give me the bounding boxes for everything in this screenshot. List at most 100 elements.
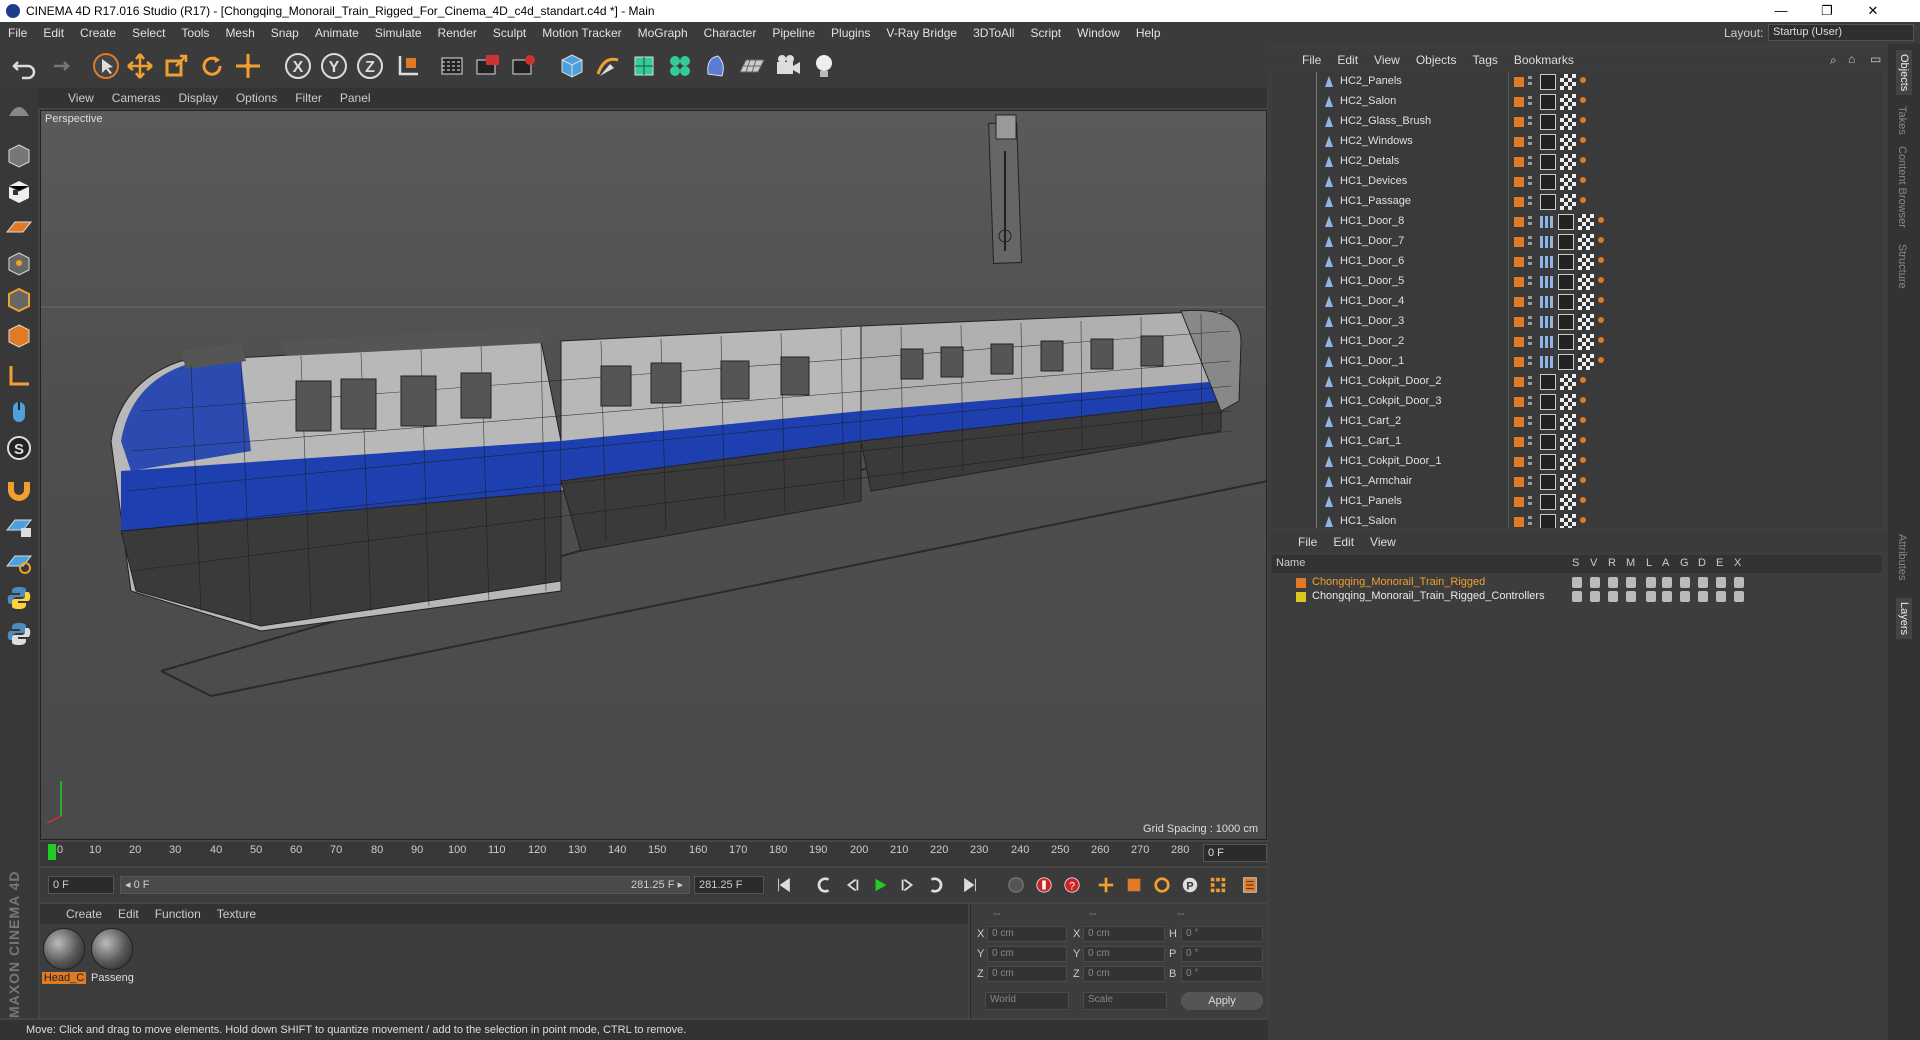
redo-icon[interactable] <box>42 50 74 82</box>
visibility-dots-icon[interactable] <box>1528 416 1532 428</box>
selection-tag-icon[interactable] <box>1580 417 1586 423</box>
rotate-icon[interactable] <box>196 50 228 82</box>
material-tag-icon[interactable] <box>1540 514 1556 528</box>
menu-character[interactable]: Character <box>704 26 757 40</box>
layer-toggle-icon[interactable] <box>1608 591 1618 602</box>
selection-tag-icon[interactable] <box>1598 297 1604 303</box>
selection-tag-icon[interactable] <box>1580 157 1586 163</box>
texture-tag-icon[interactable] <box>1560 74 1576 90</box>
timeline-window-icon[interactable] <box>1238 873 1262 897</box>
material-tag-icon[interactable] <box>1540 454 1556 470</box>
menu-select[interactable]: Select <box>132 26 165 40</box>
selection-tag-icon[interactable] <box>1598 317 1604 323</box>
layer-color-icon[interactable] <box>1514 397 1524 407</box>
menu-pipeline[interactable]: Pipeline <box>772 26 815 40</box>
material-tag-icon[interactable] <box>1540 474 1556 490</box>
transform-icon[interactable] <box>232 50 264 82</box>
search-icon[interactable]: ⌕ <box>1830 53 1837 68</box>
tab-takes[interactable]: Takes <box>1896 106 1908 135</box>
viewport-menu-display[interactable]: Display <box>178 91 217 105</box>
previous-keyframe-icon[interactable] <box>812 873 836 897</box>
texture-tag-icon[interactable] <box>1578 274 1594 290</box>
layer-row[interactable]: Chongqing_Monorail_Train_Rigged <box>1272 576 1882 590</box>
layer-toggle-icon[interactable] <box>1698 591 1708 602</box>
record-keyframe-icon[interactable] <box>1032 873 1056 897</box>
objects-menu-file[interactable]: File <box>1302 53 1321 67</box>
material-menu-edit[interactable]: Edit <box>118 907 139 921</box>
train-3d-model[interactable] <box>41 111 1267 840</box>
material-tag-icon[interactable] <box>1558 254 1574 270</box>
layer-color-icon[interactable] <box>1514 277 1524 287</box>
position-x-field[interactable]: 0 cm <box>987 926 1067 942</box>
material-tag-icon[interactable] <box>1540 74 1556 90</box>
layer-toggle-icon[interactable] <box>1734 577 1744 588</box>
size-mode-select[interactable]: Scale <box>1083 992 1167 1010</box>
objects-menu-view[interactable]: View <box>1374 53 1400 67</box>
autokey-icon[interactable]: ? <box>1060 873 1084 897</box>
layer-color-icon[interactable] <box>1514 377 1524 387</box>
selection-tag-icon[interactable] <box>1580 77 1586 83</box>
selection-tag-icon[interactable] <box>1580 517 1586 523</box>
menu-mesh[interactable]: Mesh <box>225 26 254 40</box>
objects-menu-bookmarks[interactable]: Bookmarks <box>1514 53 1574 67</box>
layer-color-icon[interactable] <box>1514 517 1524 527</box>
material-tag-icon[interactable] <box>1540 174 1556 190</box>
previous-frame-icon[interactable] <box>840 873 864 897</box>
object-row[interactable]: HC1_Cokpit_Door_1 <box>1272 452 1882 472</box>
layer-color-icon[interactable] <box>1514 417 1524 427</box>
constraint-tag-icon[interactable] <box>1540 356 1554 368</box>
selection-tag-icon[interactable] <box>1598 237 1604 243</box>
object-row[interactable]: HC1_Cokpit_Door_3 <box>1272 392 1882 412</box>
magnet-icon[interactable] <box>3 472 35 504</box>
layer-toggle-icon[interactable] <box>1716 591 1726 602</box>
visibility-dots-icon[interactable] <box>1528 76 1532 88</box>
object-row[interactable]: HC1_Door_2 <box>1272 332 1882 352</box>
layer-toggle-icon[interactable] <box>1662 591 1672 602</box>
selection-tag-icon[interactable] <box>1580 137 1586 143</box>
python-icon[interactable] <box>3 582 35 614</box>
constraint-tag-icon[interactable] <box>1540 236 1554 248</box>
tab-objects[interactable]: Objects <box>1896 50 1912 96</box>
key-rotation-icon[interactable] <box>1150 873 1174 897</box>
render-settings-icon[interactable] <box>508 50 540 82</box>
visibility-dots-icon[interactable] <box>1528 96 1532 108</box>
maximize-button[interactable]: ❐ <box>1804 0 1850 22</box>
go-to-start-icon[interactable] <box>772 873 796 897</box>
visibility-dots-icon[interactable] <box>1528 236 1532 248</box>
layer-color-icon[interactable] <box>1514 337 1524 347</box>
texture-tag-icon[interactable] <box>1578 354 1594 370</box>
undo-icon[interactable] <box>8 50 40 82</box>
visibility-dots-icon[interactable] <box>1528 456 1532 468</box>
texture-tag-icon[interactable] <box>1560 114 1576 130</box>
texture-tag-icon[interactable] <box>1560 434 1576 450</box>
menu-file[interactable]: File <box>8 26 27 40</box>
layer-toggle-icon[interactable] <box>1680 577 1690 588</box>
menu-3dtoall[interactable]: 3DToAll <box>973 26 1014 40</box>
layer-toggle-icon[interactable] <box>1698 577 1708 588</box>
object-row[interactable]: HC1_Door_7 <box>1272 232 1882 252</box>
visibility-dots-icon[interactable] <box>1528 216 1532 228</box>
layer-toggle-icon[interactable] <box>1626 591 1636 602</box>
tweak-mode-icon[interactable] <box>3 396 35 428</box>
selection-tag-icon[interactable] <box>1598 277 1604 283</box>
apply-button[interactable]: Apply <box>1181 992 1263 1010</box>
menu-animate[interactable]: Animate <box>315 26 359 40</box>
texture-tag-icon[interactable] <box>1578 294 1594 310</box>
key-pla-icon[interactable] <box>1206 873 1230 897</box>
layer-color-icon[interactable] <box>1514 257 1524 267</box>
layer-toggle-icon[interactable] <box>1626 577 1636 588</box>
layer-color-swatch[interactable] <box>1296 592 1306 602</box>
object-row[interactable]: HC1_Door_1 <box>1272 352 1882 372</box>
layer-color-icon[interactable] <box>1514 457 1524 467</box>
texture-tag-icon[interactable] <box>1560 474 1576 490</box>
material-tag-icon[interactable] <box>1540 494 1556 510</box>
layer-color-icon[interactable] <box>1514 97 1524 107</box>
visibility-dots-icon[interactable] <box>1528 336 1532 348</box>
texture-tag-icon[interactable] <box>1560 454 1576 470</box>
lock-workplane-icon[interactable] <box>3 510 35 542</box>
selection-tag-icon[interactable] <box>1580 97 1586 103</box>
selection-tag-icon[interactable] <box>1598 217 1604 223</box>
end-frame-field[interactable]: 281.25 F <box>694 876 764 894</box>
coordinate-system-select[interactable]: World <box>985 992 1069 1010</box>
layer-toggle-icon[interactable] <box>1734 591 1744 602</box>
